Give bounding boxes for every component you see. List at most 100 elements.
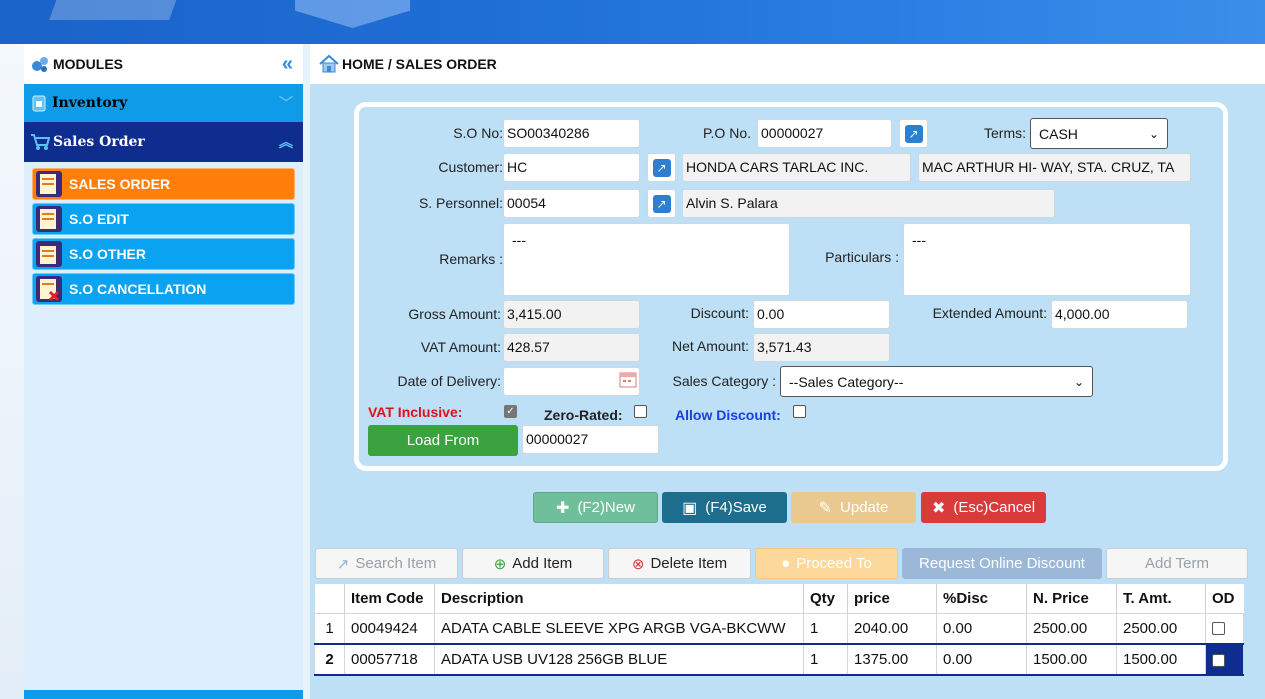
cell-price[interactable]: 2040.00 bbox=[847, 612, 937, 645]
col-header-qty[interactable]: Qty bbox=[803, 584, 848, 613]
load-from-button[interactable]: Load From bbox=[368, 425, 518, 456]
vat-amount-field[interactable]: 428.57 bbox=[503, 333, 640, 362]
personnel-code-field[interactable]: 00054 bbox=[503, 189, 640, 218]
customer-address-field[interactable]: MAC ARTHUR HI- WAY, STA. CRUZ, TA bbox=[918, 153, 1191, 182]
delete-item-button[interactable]: ⊗ Delete Item bbox=[608, 548, 751, 579]
particulars-textarea[interactable]: --- bbox=[903, 223, 1191, 296]
personnel-lookup-button[interactable]: ↗ bbox=[647, 189, 676, 218]
add-item-label: Add Item bbox=[512, 555, 573, 572]
document-icon bbox=[36, 171, 62, 197]
cell-tamt[interactable]: 2500.00 bbox=[1116, 612, 1206, 645]
close-icon: ✖ bbox=[931, 499, 946, 517]
inventory-icon bbox=[32, 95, 46, 112]
po-lookup-button[interactable]: ↗ bbox=[899, 119, 928, 148]
customer-code-field[interactable]: HC bbox=[503, 153, 640, 182]
sales-category-select[interactable]: --Sales Category-- ⌄ bbox=[780, 366, 1093, 397]
zero-rated-checkbox[interactable] bbox=[634, 405, 647, 418]
cell-disc[interactable]: 0.00 bbox=[936, 643, 1027, 676]
gross-amount-label: Gross Amount: bbox=[408, 306, 501, 322]
col-header-price[interactable]: price bbox=[847, 584, 937, 613]
cart-icon bbox=[31, 134, 50, 150]
chevron-up-icon: ︽ bbox=[279, 135, 293, 151]
proceed-to-button[interactable]: ● Proceed To bbox=[755, 548, 898, 579]
cell-qty[interactable]: 1 bbox=[803, 612, 848, 645]
proceed-label: Proceed To bbox=[796, 555, 872, 572]
cell-price[interactable]: 1375.00 bbox=[847, 643, 937, 676]
personnel-name-field[interactable]: Alvin S. Palara bbox=[682, 189, 1055, 218]
sidebar-item-inventory[interactable]: Inventory ﹀ bbox=[24, 84, 303, 122]
update-button[interactable]: ✎ Update bbox=[791, 492, 916, 523]
calendar-icon[interactable] bbox=[618, 369, 638, 389]
cancel-button[interactable]: ✖ (Esc)Cancel bbox=[921, 492, 1046, 523]
cell-description[interactable]: ADATA USB UV128 256GB BLUE bbox=[434, 643, 804, 676]
search-item-button[interactable]: ↗ Search Item bbox=[315, 548, 458, 579]
col-header-item-code[interactable]: Item Code bbox=[344, 584, 435, 613]
gross-amount-field[interactable]: 3,415.00 bbox=[503, 300, 640, 329]
breadcrumb: HOME / SALES ORDER bbox=[310, 44, 1265, 84]
sidebar: MODULES « Inventory ﹀ Sales Order ︽ SALE… bbox=[24, 44, 303, 699]
submenu-so-edit[interactable]: S.O EDIT bbox=[32, 203, 295, 235]
allow-discount-checkbox[interactable] bbox=[793, 405, 806, 418]
cell-od[interactable] bbox=[1205, 643, 1244, 676]
cell-tamt[interactable]: 1500.00 bbox=[1116, 643, 1206, 676]
col-header-description[interactable]: Description bbox=[434, 584, 804, 613]
col-header-od[interactable]: OD bbox=[1205, 584, 1244, 613]
cell-item-code[interactable]: 00057718 bbox=[344, 643, 435, 676]
edit-document-icon bbox=[36, 206, 62, 232]
extended-amount-field[interactable]: 4,000.00 bbox=[1051, 300, 1188, 329]
col-header-disc[interactable]: %Disc bbox=[936, 584, 1027, 613]
po-no-field[interactable]: 00000027 bbox=[757, 119, 892, 148]
row-number: 2 bbox=[314, 643, 345, 676]
remarks-textarea[interactable]: --- bbox=[503, 223, 790, 296]
col-header-tamt[interactable]: T. Amt. bbox=[1116, 584, 1206, 613]
submenu-label: S.O EDIT bbox=[69, 211, 129, 227]
submenu-sales-order[interactable]: SALES ORDER bbox=[32, 168, 295, 200]
od-checkbox[interactable] bbox=[1212, 622, 1225, 636]
net-amount-field[interactable]: 3,571.43 bbox=[753, 333, 890, 362]
cell-nprice[interactable]: 1500.00 bbox=[1026, 643, 1117, 676]
cell-disc[interactable]: 0.00 bbox=[936, 612, 1027, 645]
submenu-so-other[interactable]: S.O OTHER bbox=[32, 238, 295, 270]
cell-od[interactable] bbox=[1205, 612, 1244, 645]
new-label: (F2)New bbox=[577, 499, 635, 516]
discount-field[interactable]: 0.00 bbox=[753, 300, 890, 329]
top-banner bbox=[0, 0, 1265, 44]
od-checkbox[interactable] bbox=[1212, 653, 1225, 667]
delete-item-label: Delete Item bbox=[650, 555, 728, 572]
collapse-sidebar-icon[interactable]: « bbox=[282, 53, 293, 76]
add-item-button[interactable]: ⊕ Add Item bbox=[462, 548, 604, 579]
col-header-nprice[interactable]: N. Price bbox=[1026, 584, 1117, 613]
customer-lookup-button[interactable]: ↗ bbox=[647, 153, 676, 182]
cell-qty[interactable]: 1 bbox=[803, 643, 848, 676]
vat-inclusive-checkbox[interactable]: ✓ bbox=[504, 405, 517, 418]
terms-label: Terms: bbox=[984, 125, 1026, 141]
cell-nprice[interactable]: 2500.00 bbox=[1026, 612, 1117, 645]
sales-category-value: --Sales Category-- bbox=[789, 373, 904, 390]
load-from-field[interactable]: 00000027 bbox=[522, 425, 659, 454]
load-from-label: Load From bbox=[406, 432, 480, 449]
request-online-discount-button[interactable]: Request Online Discount bbox=[902, 548, 1102, 579]
pencil-icon: ✎ bbox=[818, 499, 833, 517]
personnel-label: S. Personnel: bbox=[418, 195, 503, 211]
terms-select[interactable]: CASH ⌄ bbox=[1030, 118, 1168, 149]
so-no-label: S.O No: bbox=[453, 125, 503, 141]
extended-amount-label: Extended Amount: bbox=[932, 305, 1047, 321]
modules-header: MODULES « bbox=[24, 44, 303, 84]
new-button[interactable]: ✚ (F2)New bbox=[533, 492, 658, 523]
vat-inclusive-label: VAT Inclusive: bbox=[368, 404, 463, 420]
modules-title: MODULES bbox=[53, 56, 123, 72]
cell-item-code[interactable]: 00049424 bbox=[344, 612, 435, 645]
table-row-selected[interactable]: 2 00057718 ADATA USB UV128 256GB BLUE 1 … bbox=[314, 643, 1244, 676]
submenu-label: SALES ORDER bbox=[69, 176, 171, 192]
so-no-field[interactable]: SO00340286 bbox=[503, 119, 640, 148]
add-term-button[interactable]: Add Term bbox=[1106, 548, 1248, 579]
save-button[interactable]: ▣ (F4)Save bbox=[662, 492, 787, 523]
sidebar-item-sales-order[interactable]: Sales Order ︽ bbox=[24, 122, 303, 162]
submenu-so-cancellation[interactable]: S.O CANCELLATION bbox=[32, 273, 295, 305]
external-link-icon: ↗ bbox=[336, 555, 350, 573]
cell-description[interactable]: ADATA CABLE SLEEVE XPG ARGB VGA-BKCWW bbox=[434, 612, 804, 645]
modules-icon bbox=[32, 57, 48, 72]
table-row[interactable]: 1 00049424 ADATA CABLE SLEEVE XPG ARGB V… bbox=[314, 612, 1244, 645]
customer-name-field[interactable]: HONDA CARS TARLAC INC. bbox=[682, 153, 911, 182]
home-icon[interactable] bbox=[318, 53, 340, 75]
